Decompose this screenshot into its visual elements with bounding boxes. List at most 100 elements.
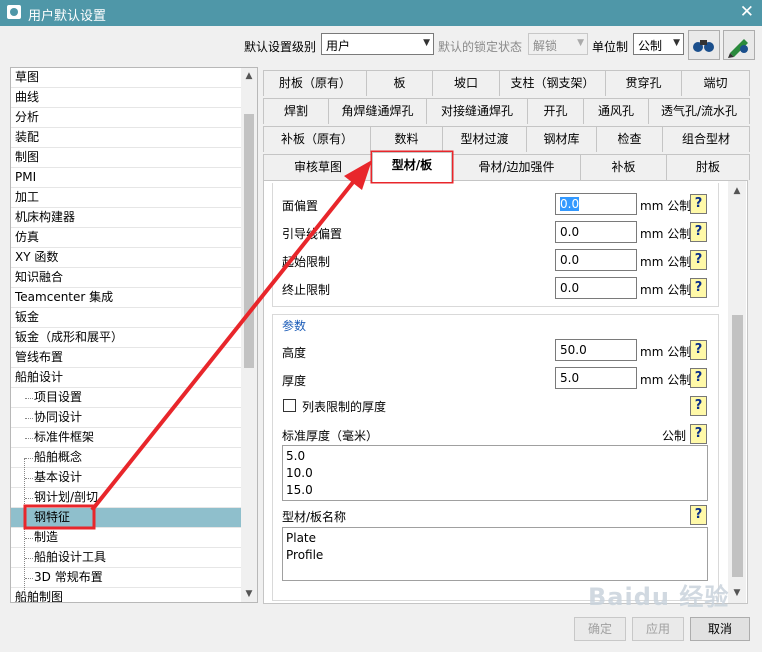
tree-child-item[interactable]: 船舶概念 — [11, 448, 241, 468]
list-item[interactable]: 15.0 — [286, 482, 704, 499]
tab[interactable]: 肘板 — [666, 154, 750, 180]
tab[interactable]: 钢材库 — [526, 126, 597, 152]
tab[interactable]: 补板（原有） — [263, 126, 371, 152]
help-icon[interactable]: ? — [690, 424, 707, 444]
scroll-up-icon[interactable]: ▲ — [728, 183, 746, 199]
tree-child-item[interactable]: 钢特征 — [11, 508, 241, 528]
tab[interactable]: 端切 — [681, 70, 750, 96]
tree-item[interactable]: 加工 — [11, 188, 241, 208]
tree-child-item[interactable]: 钢计划/剖切 — [11, 488, 241, 508]
tab[interactable]: 检查 — [596, 126, 663, 152]
level-select-value: 用户 — [326, 39, 351, 53]
lock-select-value: 解锁 — [533, 39, 558, 53]
edit-icon — [728, 39, 748, 58]
tab-row: 审核草图 型材/板 骨材/边加强件 补板 肘板 — [0, 152, 762, 182]
tab[interactable]: 坡口 — [432, 70, 500, 96]
tab[interactable]: 支柱（钢支架） — [499, 70, 606, 96]
height-input[interactable]: 50.0 — [555, 339, 637, 361]
toolbar: 默认设置级别 用户 ▼ 默认的锁定状态 解锁 ▼ 单位制 公制 ▼ — [0, 28, 762, 64]
tree-connector — [24, 458, 25, 602]
settings-scrollbar[interactable]: ▲ ▼ — [728, 181, 746, 603]
level-select[interactable]: 用户 ▼ — [321, 33, 434, 55]
tab[interactable]: 透气孔/流水孔 — [648, 98, 750, 124]
thickness-input[interactable]: 5.0 — [555, 367, 637, 389]
list-thickness-label: 列表限制的厚度 — [302, 400, 387, 414]
std-thickness-list[interactable]: 5.0 10.0 15.0 — [282, 445, 708, 501]
tree-item[interactable]: 船舶设计 — [11, 368, 241, 388]
ok-button[interactable]: 确定 — [574, 617, 626, 641]
offset-input[interactable]: 0.0 — [555, 277, 637, 299]
tab[interactable]: 数料 — [370, 126, 443, 152]
tab[interactable]: 骨材/边加强件 — [452, 154, 581, 180]
offset-input[interactable]: 0.0 — [555, 249, 637, 271]
list-item[interactable]: Plate — [286, 530, 704, 547]
tab[interactable]: 焊割 — [263, 98, 329, 124]
tab[interactable]: 型材过渡 — [442, 126, 527, 152]
tab[interactable]: 贯穿孔 — [605, 70, 682, 96]
chevron-down-icon: ▼ — [423, 38, 430, 48]
tree-item[interactable]: 钣金 — [11, 308, 241, 328]
tab[interactable]: 组合型材 — [662, 126, 750, 152]
help-icon[interactable]: ? — [690, 194, 707, 214]
tab-row: 焊割 角焊缝通焊孔 对接缝通焊孔 开孔 通风孔 透气孔/流水孔 — [0, 98, 762, 124]
tree-child-item[interactable]: 标准件框架 — [11, 428, 241, 448]
tab[interactable]: 肘板（原有） — [263, 70, 367, 96]
tab[interactable]: 板 — [366, 70, 433, 96]
tab-row: 补板（原有） 数料 型材过渡 钢材库 检查 组合型材 — [0, 126, 762, 152]
cancel-button[interactable]: 取消 — [690, 617, 750, 641]
load-defaults-button[interactable] — [688, 30, 720, 60]
offset-label: 面偏置 — [282, 199, 319, 213]
watermark: Baidu 经验 — [588, 583, 730, 611]
scroll-down-icon[interactable]: ▼ — [728, 585, 746, 601]
std-thickness-unit: 公制 — [662, 429, 687, 443]
tree-child-item[interactable]: 船舶设计工具 — [11, 548, 241, 568]
lock-select: 解锁 ▼ — [528, 33, 588, 55]
help-icon[interactable]: ? — [690, 505, 707, 525]
offset-input[interactable]: 0.0 — [555, 193, 637, 215]
name-list[interactable]: Plate Profile — [282, 527, 708, 581]
tab[interactable]: 对接缝通焊孔 — [426, 98, 528, 124]
tab[interactable]: 型材/板 — [372, 152, 452, 182]
tree-child-item[interactable]: 项目设置 — [11, 388, 241, 408]
close-icon[interactable]: ✕ — [740, 2, 754, 22]
thickness-unit: mm 公制 — [640, 373, 692, 387]
tab[interactable]: 补板 — [580, 154, 667, 180]
save-defaults-button[interactable] — [723, 30, 755, 60]
tree-child-item[interactable]: 基本设计 — [11, 468, 241, 488]
list-item[interactable]: 5.0 — [286, 448, 704, 465]
tab[interactable]: 通风孔 — [583, 98, 649, 124]
tree-item[interactable]: Teamcenter 集成 — [11, 288, 241, 308]
apply-button[interactable]: 应用 — [632, 617, 684, 641]
tree-item[interactable]: 知识融合 — [11, 268, 241, 288]
tree-item[interactable]: 机床构建器 — [11, 208, 241, 228]
tree-child-item[interactable]: 3D 常规布置 — [11, 568, 241, 588]
tree-item[interactable]: 仿真 — [11, 228, 241, 248]
tab[interactable]: 开孔 — [527, 98, 584, 124]
help-icon[interactable]: ? — [690, 368, 707, 388]
scroll-down-icon[interactable]: ▼ — [241, 586, 257, 602]
help-icon[interactable]: ? — [690, 340, 707, 360]
offset-input[interactable]: 0.0 — [555, 221, 637, 243]
tree-item[interactable]: 船舶制图 — [11, 588, 241, 602]
tree-item[interactable]: XY 函数 — [11, 248, 241, 268]
tree-item[interactable]: 钣金（成形和展平） — [11, 328, 241, 348]
unit-select-value: 公制 — [638, 39, 663, 53]
lock-label: 默认的锁定状态 — [438, 40, 523, 54]
unit-select[interactable]: 公制 ▼ — [633, 33, 684, 55]
help-icon[interactable]: ? — [690, 396, 707, 416]
tab[interactable]: 审核草图 — [263, 154, 373, 180]
scroll-thumb[interactable] — [244, 114, 254, 368]
help-icon[interactable]: ? — [690, 278, 707, 298]
help-icon[interactable]: ? — [690, 250, 707, 270]
scroll-thumb[interactable] — [732, 315, 743, 577]
tree-item[interactable]: 管线布置 — [11, 348, 241, 368]
list-item[interactable]: 10.0 — [286, 465, 704, 482]
help-icon[interactable]: ? — [690, 222, 707, 242]
list-thickness-checkbox[interactable] — [283, 399, 296, 412]
tree-child-item[interactable]: 协同设计 — [11, 408, 241, 428]
offset-unit: mm 公制 — [640, 255, 692, 269]
tab[interactable]: 角焊缝通焊孔 — [328, 98, 427, 124]
tree-child-item[interactable]: 制造 — [11, 528, 241, 548]
name-label: 型材/板名称 — [282, 510, 347, 524]
list-item[interactable]: Profile — [286, 547, 704, 564]
